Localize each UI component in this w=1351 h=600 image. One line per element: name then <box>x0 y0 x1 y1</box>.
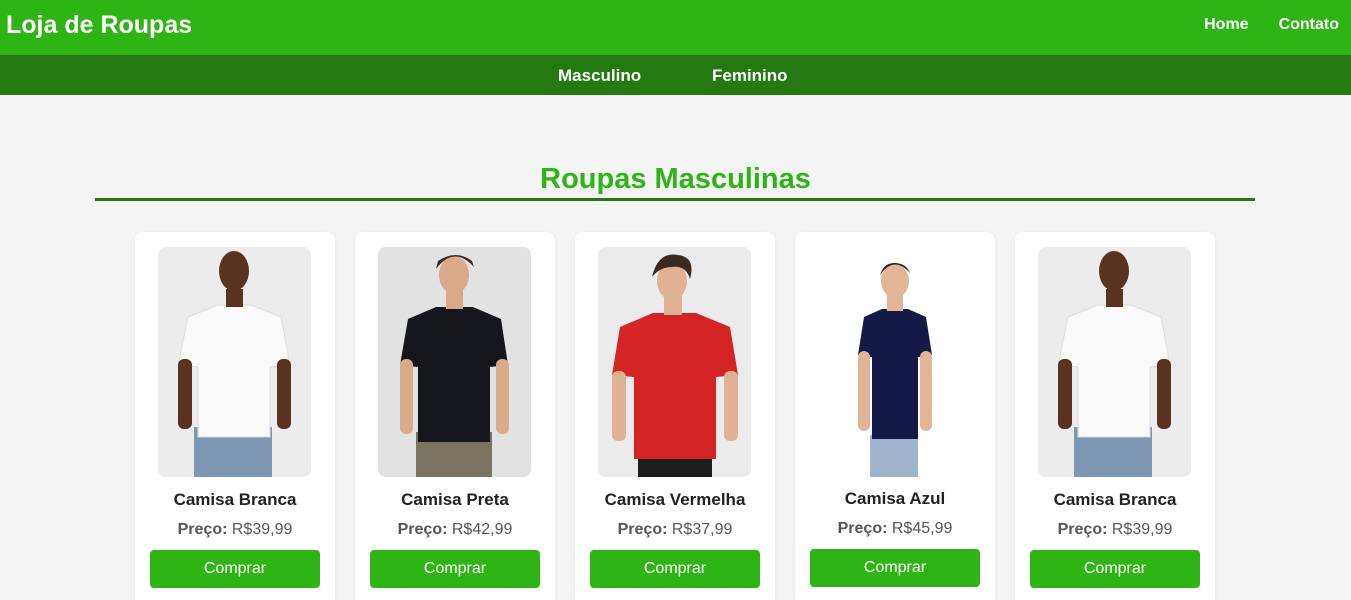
top-header: Loja de Roupas Home Contato <box>0 0 1351 55</box>
product-name: Camisa Vermelha <box>604 490 746 509</box>
buy-button[interactable]: Comprar <box>590 550 760 588</box>
top-nav: Home Contato <box>1204 16 1339 34</box>
product-image <box>598 247 751 477</box>
nav-home-link[interactable]: Home <box>1204 16 1248 34</box>
product-image <box>1038 247 1191 477</box>
product-name: Camisa Preta <box>401 490 509 509</box>
product-price: Preço: R$39,99 <box>177 521 293 538</box>
product-name: Camisa Azul <box>844 489 946 508</box>
category-masculino-link[interactable]: Masculino <box>558 66 641 86</box>
buy-button[interactable]: Comprar <box>150 550 320 588</box>
nav-contact-link[interactable]: Contato <box>1279 16 1339 34</box>
category-nav: Masculino Feminino <box>0 55 1351 95</box>
product-price: Preço: R$37,99 <box>617 521 733 538</box>
product-card: Camisa Branca Preço: R$39,99 Comprar <box>135 232 335 600</box>
product-price: Preço: R$45,99 <box>837 520 953 537</box>
product-name: Camisa Branca <box>1053 490 1177 509</box>
section-divider <box>95 198 1255 201</box>
product-card: Camisa Branca Preço: R$39,99 Comprar <box>1015 232 1215 600</box>
site-logo[interactable]: Loja de Roupas <box>6 11 192 40</box>
category-feminino-link[interactable]: Feminino <box>712 66 788 86</box>
product-image <box>158 247 311 477</box>
product-name: Camisa Branca <box>173 490 297 509</box>
product-card: Camisa Preta Preço: R$42,99 Comprar <box>355 232 555 600</box>
product-price: Preço: R$42,99 <box>397 521 513 538</box>
product-card: Camisa Azul Preço: R$45,99 Comprar <box>795 232 995 600</box>
product-price: Preço: R$39,99 <box>1057 521 1173 538</box>
product-image <box>378 247 531 477</box>
buy-button[interactable]: Comprar <box>370 550 540 588</box>
section-title: Roupas Masculinas <box>540 163 811 195</box>
buy-button[interactable]: Comprar <box>1030 550 1200 588</box>
buy-button[interactable]: Comprar <box>810 549 980 587</box>
product-card: Camisa Vermelha Preço: R$37,99 Comprar <box>575 232 775 600</box>
product-image <box>818 247 971 477</box>
